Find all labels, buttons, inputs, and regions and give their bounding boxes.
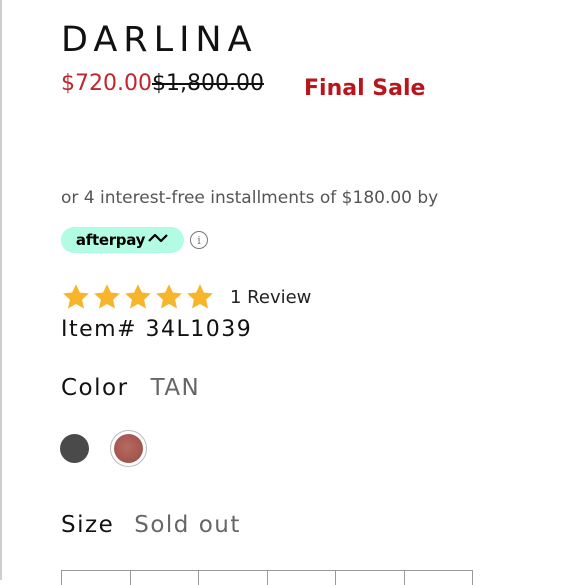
color-swatch-tan	[114, 434, 143, 463]
color-swatches	[60, 430, 147, 467]
star-icon	[156, 284, 182, 309]
size-option[interactable]	[336, 571, 405, 585]
afterpay-logo[interactable]: afterpay	[61, 227, 184, 253]
size-option[interactable]	[199, 571, 268, 585]
size-option[interactable]	[405, 571, 473, 585]
size-selector-header: Size Sold out	[61, 512, 241, 538]
color-selector-header: Color TAN	[61, 375, 200, 401]
installment-text: or 4 interest-free installments of $180.…	[61, 188, 439, 208]
color-swatch-dark[interactable]	[60, 434, 89, 463]
review-count-link[interactable]: 1 Review	[230, 287, 311, 308]
afterpay-label: afterpay	[75, 231, 146, 249]
size-options-grid	[61, 570, 473, 585]
price-row: $720.00 $1,800.00	[61, 71, 264, 103]
item-number: Item# 34L1039	[61, 317, 253, 342]
size-option[interactable]	[62, 571, 131, 585]
selected-color-value: TAN	[150, 375, 201, 401]
color-swatch-tan-selected[interactable]	[110, 430, 147, 467]
final-sale-badge: Final Sale	[304, 76, 426, 101]
size-option[interactable]	[131, 571, 199, 585]
info-icon[interactable]: i	[190, 231, 208, 249]
star-icon	[94, 284, 120, 309]
star-icon	[187, 284, 213, 309]
sale-price: $720.00	[61, 71, 152, 96]
product-title: DARLINA	[61, 20, 258, 60]
size-label: Size	[61, 512, 115, 538]
afterpay-row: afterpay i	[61, 226, 208, 254]
size-status: Sold out	[134, 512, 241, 538]
star-rating	[61, 282, 216, 312]
star-icon	[125, 284, 151, 309]
star-icon	[63, 284, 89, 309]
page-left-border	[0, 0, 2, 580]
color-label: Color	[61, 375, 129, 401]
original-price: $1,800.00	[151, 71, 264, 96]
afterpay-arrows-icon	[148, 233, 168, 243]
size-option[interactable]	[268, 571, 336, 585]
rating-row[interactable]: 1 Review	[61, 282, 311, 312]
